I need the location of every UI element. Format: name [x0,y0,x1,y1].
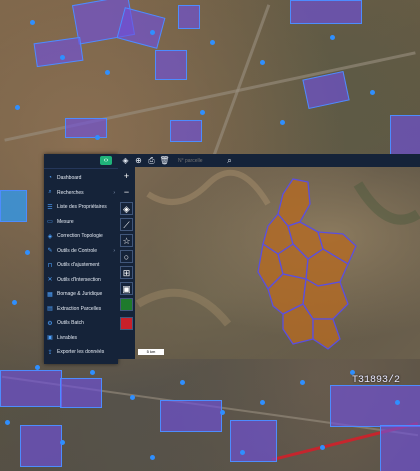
intersection-icon: ✕ [47,277,53,284]
zoom-in-icon[interactable]: + [120,170,133,183]
sidebar-item-extraction[interactable]: ▤ Extraction Parcelles [44,302,118,317]
parcel [170,120,202,142]
parcel [116,7,166,49]
delete-icon[interactable]: 🗑 [159,155,170,166]
collapse-icon[interactable]: ‹› [100,156,112,165]
parcel-search-input[interactable] [178,156,222,165]
chevron-right-icon: › [113,247,115,254]
draw-line-icon[interactable]: ⟋ [120,218,133,231]
wrench-icon: ✎ [47,248,53,255]
parcel [290,0,362,24]
ruler-icon: ▭ [47,219,53,226]
sidebar-item-proprietaires[interactable]: ☰ Liste des Propriétaires [44,200,118,215]
map-toolbar: + − ◈ ⟋ ☆ ○ ⊞ ▣ [118,167,135,359]
layers-icon[interactable]: ◈ [120,155,131,166]
map-view[interactable] [118,154,420,359]
parcel-cluster[interactable] [257,178,357,350]
layer-red-icon[interactable] [120,317,133,330]
road [212,4,271,156]
search-icon[interactable]: ⌕ [224,155,235,166]
topology-icon: ◈ [47,233,53,240]
sidebar-item-intersection[interactable]: ✕ Outils d'Intersection [44,273,118,288]
parcel-map [135,169,420,350]
zoom-out-icon[interactable]: − [120,186,133,199]
sidebar-item-mesure[interactable]: ▭ Mesure [44,215,118,230]
sidebar-item-label: Outils Batch [57,320,84,327]
parcel [230,420,277,462]
sidebar-item-label: Recherches [57,189,84,196]
parcel [0,370,62,407]
extract-icon: ▤ [47,306,53,313]
sidebar-item-dashboard[interactable]: ◔ Dashboard [44,171,118,186]
deliverable-icon: ▣ [47,335,53,342]
chevron-right-icon: › [113,189,115,196]
parcel [390,115,420,157]
sidebar-item-ajustement[interactable]: ⊓ Outils d'ajustement [44,258,118,273]
layer-green-icon[interactable] [120,298,133,311]
navigate-icon[interactable]: ◈ [120,202,133,215]
batch-icon: ⚙ [47,320,53,327]
parcel [65,118,107,138]
sidebar-item-label: Outils de Controle [57,247,98,254]
sidebar-header: ‹› [44,154,118,169]
sidebar-item-recherches[interactable]: ⌕ Recherches › [44,186,118,201]
parcel [60,378,102,408]
sidebar-item-label: Outils d'ajustement [57,262,100,269]
draw-circle-icon[interactable]: ○ [120,250,133,263]
parcel [160,400,222,432]
sidebar-item-correction[interactable]: ◈ Correction Topologie [44,229,118,244]
screenshot-icon[interactable]: ▣ [120,282,133,295]
sidebar-item-label: Livrables [57,334,78,341]
draw-polygon-icon[interactable]: ☆ [120,234,133,247]
export-icon: ⇪ [47,349,53,356]
sidebar-menu: ◔ Dashboard ⌕ Recherches › ☰ Liste des Propr… [44,169,118,360]
dashboard-icon: ◔ [48,175,52,182]
parcel-number-label: T31893/2 [352,375,401,386]
sidebar-item-label: Extraction Parcelles [57,305,102,312]
map-topbar: ◈ ⊕ ⎙ 🗑 ⌕ [118,154,420,167]
sidebar-item-label: Dashboard [57,175,82,182]
sidebar-item-label: Mesure [57,218,74,225]
sidebar-item-bornage[interactable]: ▦ Bornage & Juridique [44,287,118,302]
zoom-icon[interactable]: ⊕ [133,155,144,166]
adjust-icon: ⊓ [47,262,53,269]
list-icon: ☰ [47,204,53,211]
sidebar-item-batch[interactable]: ⚙ Outils Batch [44,316,118,331]
search-icon: ⌕ [48,189,52,196]
sidebar: ‹› ◔ Dashboard ⌕ Recherches › ☰ Liste des Pr… [44,154,118,364]
measure-icon[interactable]: ⊞ [120,266,133,279]
sidebar-item-label: Liste des Propriétaires [57,204,107,211]
parcel [330,385,420,427]
scale-bar: 5 km [138,349,164,355]
parcel [20,425,62,467]
sidebar-item-label: Bornage & Juridique [57,291,103,298]
print-icon[interactable]: ⎙ [146,155,157,166]
parcel [178,5,200,29]
sidebar-item-label: Correction Topologie [57,233,103,240]
sidebar-item-livrables[interactable]: ▣ Livrables [44,331,118,346]
parcel [33,36,84,68]
sidebar-item-exporter[interactable]: ⇪ Exporter les donnéés [44,345,118,360]
boundary-icon: ▦ [47,291,53,298]
parcel [0,190,27,222]
sidebar-item-controle[interactable]: ✎ Outils de Controle › [44,244,118,259]
sidebar-item-label: Outils d'Intersection [57,276,101,283]
sidebar-item-label: Exporter les donnéés [57,349,105,356]
parcel [155,50,187,80]
parcel [380,425,420,471]
